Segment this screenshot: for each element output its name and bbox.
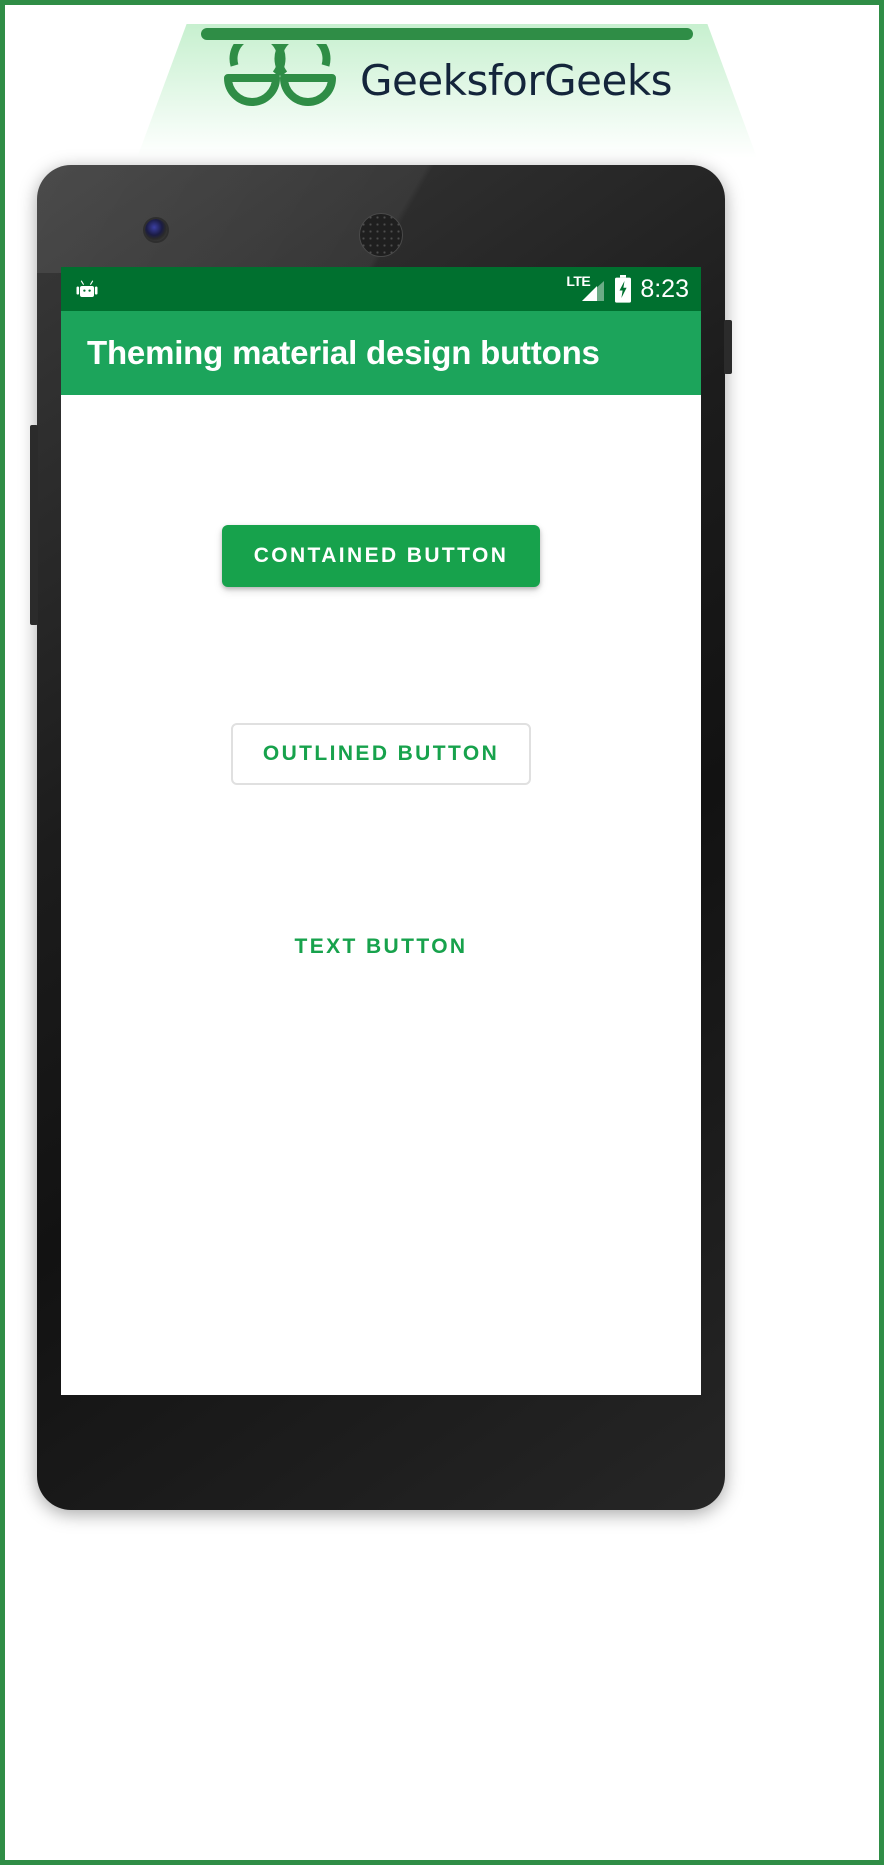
- contained-button[interactable]: CONTAINED BUTTON: [221, 525, 541, 587]
- volume-button: [30, 425, 38, 625]
- power-button: [724, 320, 732, 374]
- status-bar-right: LTE 8:23: [566, 274, 689, 303]
- front-camera-icon: [145, 219, 167, 241]
- phone-screen: LTE 8:23 Theming material design buttons…: [61, 267, 701, 1395]
- outlined-button-row: OUTLINED BUTTON: [61, 723, 701, 785]
- brand-logo-row: GeeksforGeeks: [10, 44, 884, 118]
- status-bar-left: [75, 277, 566, 301]
- header-top-bar: [201, 28, 693, 40]
- signal-bars-icon: [582, 281, 605, 301]
- network-indicator: LTE: [566, 274, 606, 303]
- contained-button-row: CONTAINED BUTTON: [61, 525, 701, 587]
- earpiece-speaker-icon: [359, 213, 403, 257]
- text-button[interactable]: TEXT BUTTON: [276, 921, 485, 973]
- geeksforgeeks-logo-icon: [223, 44, 336, 106]
- page-title: Theming material design buttons: [87, 334, 600, 371]
- gfg-header: GeeksforGeeks: [10, 10, 884, 158]
- app-bar: Theming material design buttons: [61, 311, 701, 395]
- status-bar-clock: 8:23: [640, 274, 689, 303]
- page-frame: GeeksforGeeks LTE 8:23 Theming material …: [0, 0, 884, 1865]
- brand-wordmark: GeeksforGeeks: [359, 56, 673, 105]
- phone-chin: [37, 1397, 725, 1510]
- text-button-row: TEXT BUTTON: [61, 921, 701, 973]
- outlined-button[interactable]: OUTLINED BUTTON: [230, 723, 532, 785]
- android-robot-icon: [76, 280, 98, 297]
- battery-charging-icon: [615, 275, 632, 303]
- phone-mockup: LTE 8:23 Theming material design buttons…: [30, 165, 732, 1510]
- app-content: CONTAINED BUTTON OUTLINED BUTTON TEXT BU…: [61, 395, 701, 1395]
- status-bar: LTE 8:23: [61, 267, 701, 311]
